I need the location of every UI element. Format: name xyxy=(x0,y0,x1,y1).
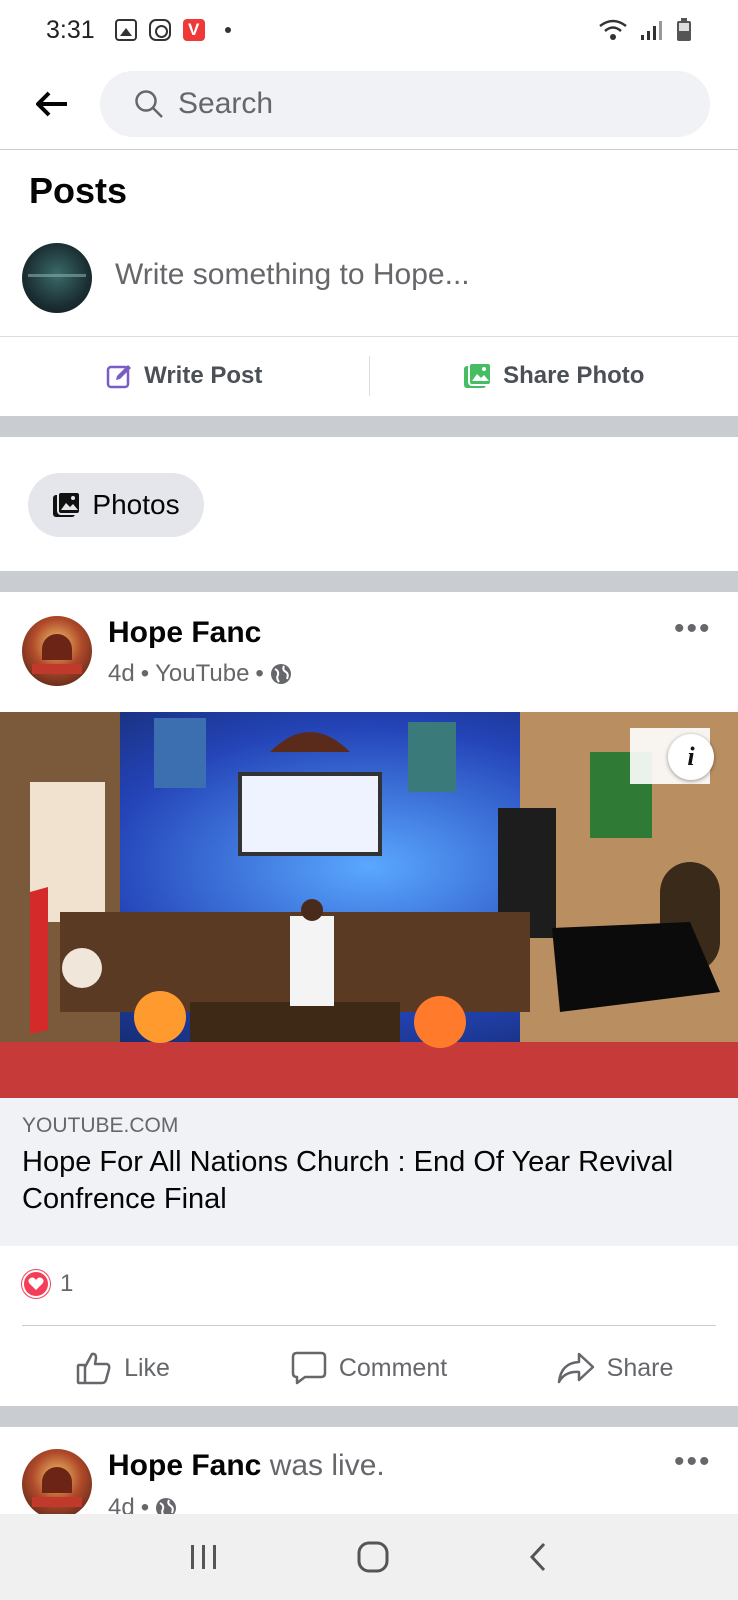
battery-icon xyxy=(677,18,691,41)
reaction-summary[interactable]: 1 xyxy=(22,1270,73,1298)
section-separator xyxy=(0,571,738,592)
post-options-button[interactable]: ••• xyxy=(674,1445,712,1479)
post-activity-text: was live. xyxy=(261,1449,385,1482)
info-button[interactable]: i xyxy=(668,734,714,780)
back-nav-icon[interactable] xyxy=(527,1541,549,1573)
composer-input[interactable]: Write something to Hope... xyxy=(115,258,470,292)
post-time[interactable]: 4d xyxy=(108,660,135,688)
search-bar[interactable] xyxy=(100,71,710,137)
photos-icon xyxy=(53,491,82,517)
user-avatar[interactable] xyxy=(22,243,92,313)
post-author-name[interactable]: Hope Fanc xyxy=(108,616,261,650)
search-icon xyxy=(135,90,163,118)
like-label: Like xyxy=(124,1353,170,1382)
vivaldi-notification-icon: V xyxy=(182,19,205,41)
comment-label: Comment xyxy=(338,1353,448,1382)
globe-icon xyxy=(270,664,291,684)
link-title: Hope For All Nations Church : End Of Yea… xyxy=(22,1146,674,1215)
post-author-avatar[interactable] xyxy=(22,616,92,686)
video-thumbnail[interactable]: i xyxy=(0,712,738,1098)
instagram-notification-icon xyxy=(148,19,171,41)
search-input[interactable] xyxy=(178,87,658,121)
write-post-button[interactable]: Write Post xyxy=(0,337,369,415)
search-header xyxy=(0,66,738,150)
comment-button[interactable]: Comment xyxy=(246,1330,492,1406)
section-separator xyxy=(0,416,738,437)
share-label: Share xyxy=(606,1353,674,1382)
divider xyxy=(22,1325,716,1326)
back-arrow-icon xyxy=(36,91,67,117)
link-domain: YOUTUBE.COM xyxy=(22,1114,179,1137)
wifi-icon xyxy=(599,19,627,40)
back-button[interactable] xyxy=(30,82,74,126)
gallery-notification-icon xyxy=(114,19,137,41)
post-source: YouTube xyxy=(155,660,250,687)
info-icon: i xyxy=(687,742,695,771)
thumbs-up-icon xyxy=(76,1352,111,1385)
church-stage-image xyxy=(0,712,738,1098)
system-navigation-bar xyxy=(0,1514,738,1600)
post-options-button[interactable]: ••• xyxy=(674,612,712,646)
post-author-avatar[interactable] xyxy=(22,1449,92,1514)
post-time[interactable]: 4d xyxy=(108,1494,135,1514)
love-reaction-icon xyxy=(22,1270,50,1298)
post-actions: Like Comment Share xyxy=(0,1330,738,1406)
photos-button[interactable]: Photos xyxy=(28,473,204,537)
photo-icon xyxy=(464,362,493,388)
photos-label: Photos xyxy=(92,489,180,520)
status-time: 3:31 xyxy=(46,15,95,44)
edit-icon xyxy=(106,365,132,389)
share-icon xyxy=(557,1352,594,1384)
write-post-label: Write Post xyxy=(144,362,263,389)
post-card: Hope Fanc was live. 4d • ••• xyxy=(0,1427,738,1514)
share-photo-button[interactable]: Share Photo xyxy=(370,337,738,415)
composer-actions: Write Post Share Photo xyxy=(0,337,738,415)
section-separator xyxy=(0,1406,738,1427)
more-notifications-dot-icon xyxy=(224,27,231,33)
posts-section-title: Posts xyxy=(29,170,128,211)
post-author-name[interactable]: Hope Fanc xyxy=(108,1449,261,1482)
recent-apps-icon[interactable] xyxy=(189,1543,219,1571)
like-button[interactable]: Like xyxy=(0,1330,246,1406)
post-author-line: Hope Fanc was live. xyxy=(108,1449,385,1483)
post-meta: 4d • YouTube • xyxy=(108,660,292,688)
status-bar: 3:31 V xyxy=(0,0,738,60)
post-meta: 4d • xyxy=(108,1494,177,1514)
globe-icon xyxy=(156,1498,177,1514)
share-photo-label: Share Photo xyxy=(503,362,645,389)
reaction-count: 1 xyxy=(60,1270,74,1297)
home-icon[interactable] xyxy=(356,1540,390,1574)
signal-icon xyxy=(641,21,662,40)
share-button[interactable]: Share xyxy=(492,1330,738,1406)
link-preview[interactable]: YOUTUBE.COM Hope For All Nations Church … xyxy=(0,1098,738,1246)
comment-icon xyxy=(291,1351,327,1385)
